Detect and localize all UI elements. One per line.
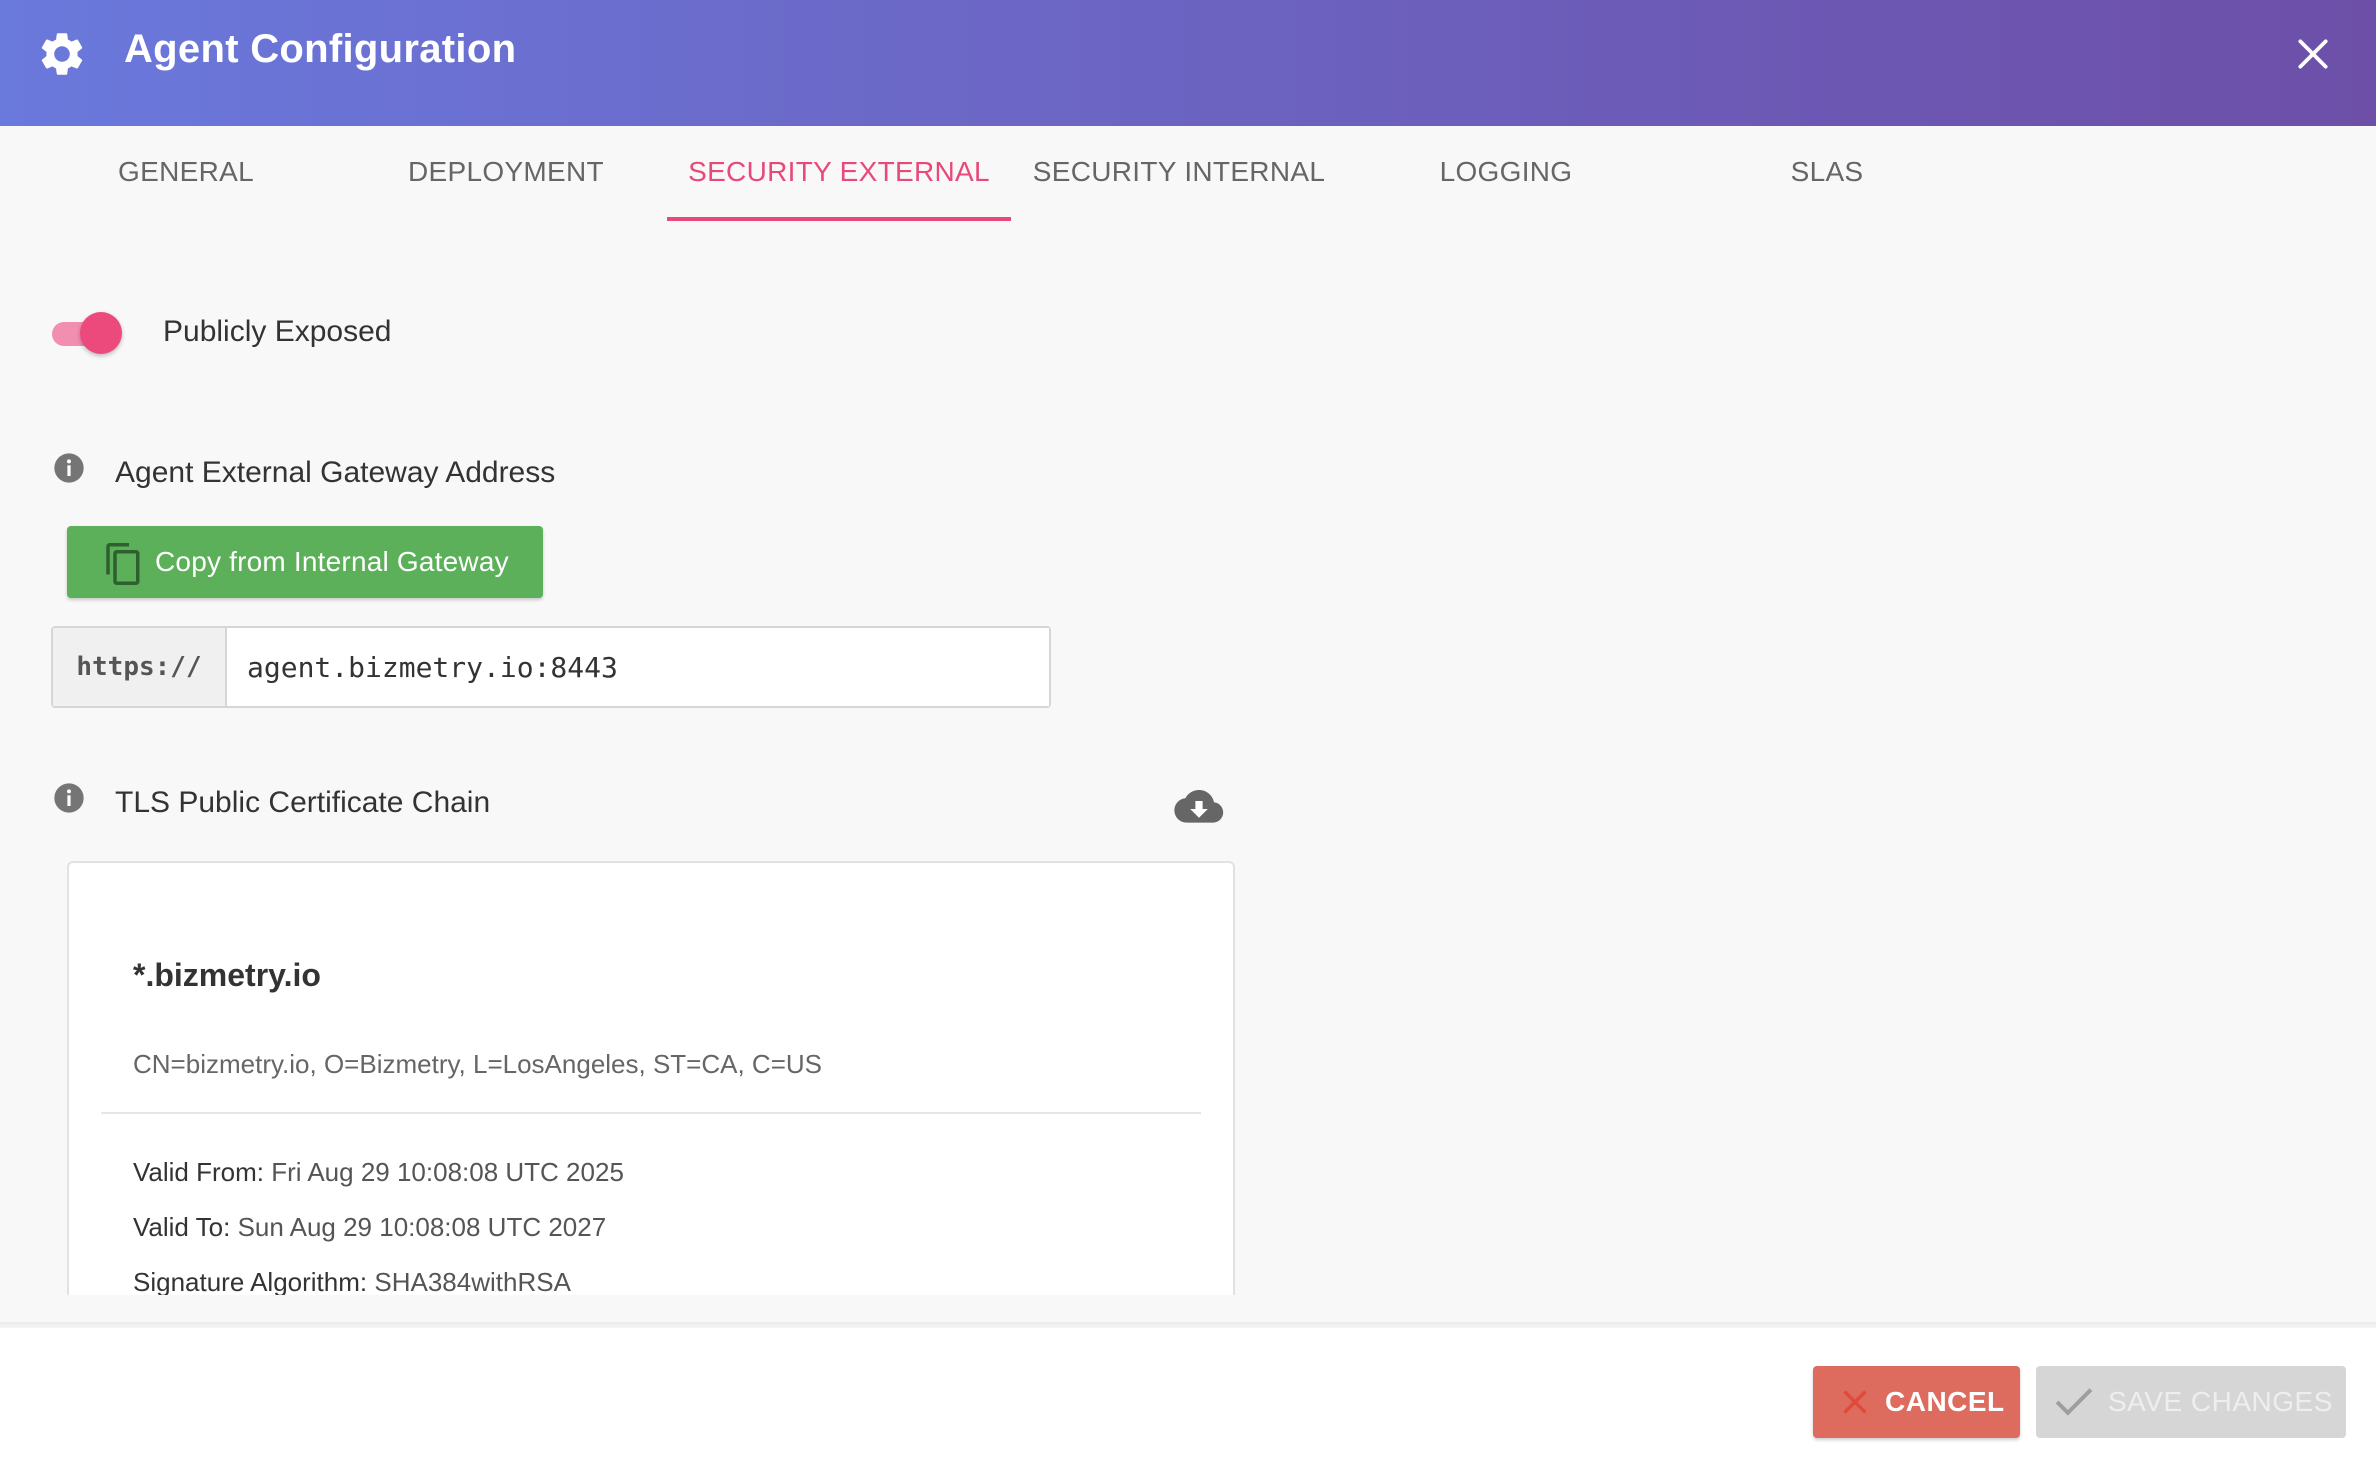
tab-general[interactable]: GENERAL xyxy=(86,126,286,222)
valid-from-label: Valid From: xyxy=(133,1157,264,1187)
signature-algorithm-value: SHA384withRSA xyxy=(374,1267,571,1295)
valid-to-label: Valid To: xyxy=(133,1212,231,1242)
copy-button-label: Copy from Internal Gateway xyxy=(155,546,509,577)
certificate-card: *.bizmetry.io CN=bizmetry.io, O=Bizmetry… xyxy=(67,861,1235,1295)
publicly-exposed-toggle[interactable] xyxy=(52,312,124,356)
copy-from-internal-gateway-button[interactable]: Copy from Internal Gateway xyxy=(67,526,543,598)
publicly-exposed-label: Publicly Exposed xyxy=(163,315,392,348)
dialog-header: Agent Configuration xyxy=(0,0,2376,126)
cloud-download-icon[interactable] xyxy=(1172,786,1224,826)
save-changes-label: SAVE CHANGES xyxy=(2108,1386,2333,1417)
gateway-address-input[interactable] xyxy=(227,628,1049,706)
tab-security-internal[interactable]: SECURITY INTERNAL xyxy=(1011,126,1347,222)
cancel-button[interactable]: CANCEL xyxy=(1813,1366,2020,1438)
tab-bar: GENERAL DEPLOYMENT SECURITY EXTERNAL SEC… xyxy=(0,126,2376,222)
valid-to-row: Valid To: Sun Aug 29 10:08:08 UTC 2027 xyxy=(133,1212,606,1243)
check-icon xyxy=(2055,1388,2093,1416)
certificate-subject: CN=bizmetry.io, O=Bizmetry, L=LosAngeles… xyxy=(133,1049,823,1079)
tab-logging[interactable]: LOGGING xyxy=(1406,126,1606,222)
tab-security-external[interactable]: SECURITY EXTERNAL xyxy=(667,126,1011,222)
valid-to-value: Sun Aug 29 10:08:08 UTC 2027 xyxy=(237,1212,607,1242)
gateway-address-label: Agent External Gateway Address xyxy=(115,456,556,489)
close-icon xyxy=(1843,1390,1867,1414)
divider xyxy=(101,1112,1201,1114)
cancel-button-label: CANCEL xyxy=(1885,1386,2005,1417)
gear-icon xyxy=(41,33,83,75)
close-icon[interactable] xyxy=(2294,35,2332,73)
save-changes-button[interactable]: SAVE CHANGES xyxy=(2036,1366,2346,1438)
protocol-prefix: https:// xyxy=(53,628,227,706)
tab-slas[interactable]: SLAS xyxy=(1727,126,1927,222)
signature-algorithm-row: Signature Algorithm: SHA384withRSA xyxy=(133,1267,571,1295)
tls-certificate-label: TLS Public Certificate Chain xyxy=(115,786,491,819)
certificate-name: *.bizmetry.io xyxy=(133,957,321,993)
info-icon[interactable] xyxy=(53,782,85,814)
gateway-address-input-group: https:// xyxy=(51,626,1051,708)
copy-icon xyxy=(106,543,140,585)
info-icon[interactable] xyxy=(53,452,85,484)
active-tab-indicator xyxy=(667,217,1011,221)
tab-deployment[interactable]: DEPLOYMENT xyxy=(386,126,626,222)
valid-from-row: Valid From: Fri Aug 29 10:08:08 UTC 2025 xyxy=(133,1157,624,1188)
signature-algorithm-label: Signature Algorithm: xyxy=(133,1267,368,1295)
dialog-title: Agent Configuration xyxy=(124,27,517,71)
valid-from-value: Fri Aug 29 10:08:08 UTC 2025 xyxy=(271,1157,624,1187)
toggle-knob xyxy=(80,312,122,354)
